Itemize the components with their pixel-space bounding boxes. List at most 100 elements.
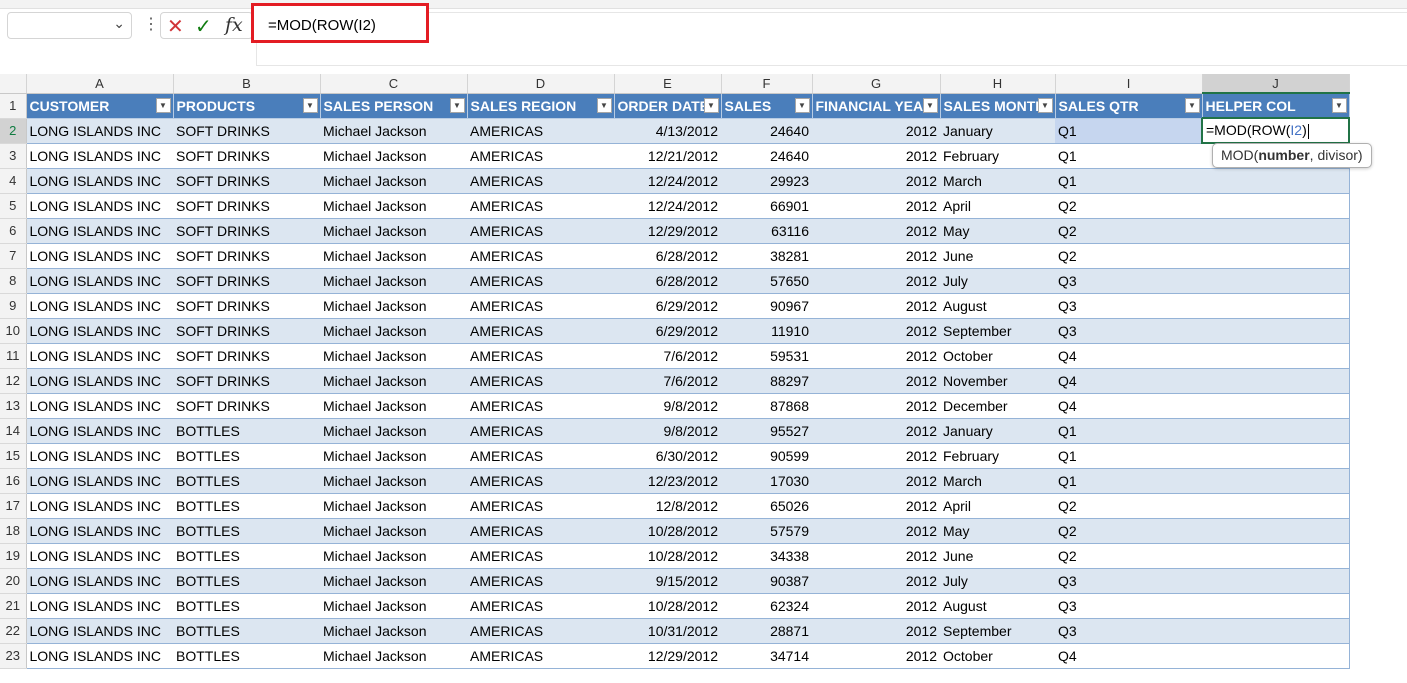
cell[interactable]: October bbox=[940, 343, 1055, 369]
cell[interactable]: LONG ISLANDS INC bbox=[26, 493, 173, 519]
table-header-cell[interactable]: SALES MONTH ▼ bbox=[940, 93, 1056, 119]
cell[interactable]: 2012 bbox=[812, 468, 940, 494]
row-header[interactable]: 17 bbox=[0, 493, 27, 519]
column-header-i[interactable]: I bbox=[1055, 74, 1203, 94]
table-header-cell[interactable]: SALES PERSON ▼ bbox=[320, 93, 468, 119]
cell[interactable]: 2012 bbox=[812, 368, 940, 394]
cell[interactable]: SOFT DRINKS bbox=[173, 393, 320, 419]
filter-dropdown-icon[interactable]: ▼ bbox=[703, 97, 719, 113]
cell[interactable]: SOFT DRINKS bbox=[173, 293, 320, 319]
cell[interactable]: Q1 bbox=[1055, 143, 1202, 169]
active-cell-j2[interactable]: =MOD(ROW(I2) bbox=[1201, 117, 1350, 144]
cell[interactable]: AMERICAS bbox=[467, 393, 614, 419]
row-header[interactable]: 8 bbox=[0, 268, 27, 294]
cell[interactable]: 2012 bbox=[812, 493, 940, 519]
cancel-icon[interactable]: ✕ bbox=[167, 14, 184, 39]
cell[interactable]: December bbox=[940, 393, 1055, 419]
cell[interactable]: Michael Jackson bbox=[320, 343, 467, 369]
column-header-d[interactable]: D bbox=[467, 74, 615, 94]
cell[interactable]: Michael Jackson bbox=[320, 293, 467, 319]
row-header[interactable]: 21 bbox=[0, 593, 27, 619]
cell[interactable]: SOFT DRINKS bbox=[173, 243, 320, 269]
row-header[interactable]: 11 bbox=[0, 343, 27, 369]
cell[interactable]: AMERICAS bbox=[467, 293, 614, 319]
column-header-g[interactable]: G bbox=[812, 74, 941, 94]
filter-dropdown-icon[interactable]: ▼ bbox=[1331, 98, 1347, 113]
formula-input[interactable]: =MOD(ROW(I2) bbox=[268, 17, 376, 34]
cell[interactable]: LONG ISLANDS INC bbox=[26, 568, 173, 594]
row-header[interactable]: 16 bbox=[0, 468, 27, 494]
cell[interactable]: 65026 bbox=[721, 493, 812, 519]
cell[interactable]: Michael Jackson bbox=[320, 243, 467, 269]
cell[interactable] bbox=[1202, 593, 1350, 619]
cell[interactable]: 6/28/2012 bbox=[614, 243, 721, 269]
cell[interactable]: SOFT DRINKS bbox=[173, 343, 320, 369]
cell[interactable]: 2012 bbox=[812, 568, 940, 594]
cell[interactable]: February bbox=[940, 143, 1055, 169]
cell[interactable]: Q3 bbox=[1055, 268, 1202, 294]
cell[interactable]: 2012 bbox=[812, 193, 940, 219]
cell[interactable] bbox=[1202, 443, 1350, 469]
cell[interactable]: 6/28/2012 bbox=[614, 268, 721, 294]
cell[interactable]: AMERICAS bbox=[467, 468, 614, 494]
cell[interactable]: LONG ISLANDS INC bbox=[26, 593, 173, 619]
column-header-a[interactable]: A bbox=[26, 74, 174, 94]
cell[interactable] bbox=[1202, 518, 1350, 544]
cell[interactable]: Michael Jackson bbox=[320, 268, 467, 294]
cell[interactable]: January bbox=[940, 118, 1055, 144]
cell[interactable]: 2012 bbox=[812, 243, 940, 269]
cell[interactable]: 2012 bbox=[812, 518, 940, 544]
cell[interactable]: AMERICAS bbox=[467, 543, 614, 569]
cell[interactable]: LONG ISLANDS INC bbox=[26, 343, 173, 369]
cell[interactable]: 6/29/2012 bbox=[614, 318, 721, 344]
cell[interactable]: AMERICAS bbox=[467, 593, 614, 619]
cell[interactable]: LONG ISLANDS INC bbox=[26, 643, 173, 669]
cell[interactable]: 34338 bbox=[721, 543, 812, 569]
cell[interactable]: Q2 bbox=[1055, 543, 1202, 569]
cell[interactable] bbox=[1202, 568, 1350, 594]
cell[interactable]: 2012 bbox=[812, 293, 940, 319]
cell[interactable]: 90599 bbox=[721, 443, 812, 469]
filter-dropdown-icon[interactable]: ▼ bbox=[302, 97, 318, 113]
cell[interactable]: October bbox=[940, 643, 1055, 669]
cell[interactable]: Q1 bbox=[1055, 168, 1202, 194]
table-header-cell[interactable]: SALES QTR ▼ bbox=[1055, 93, 1203, 119]
cell[interactable]: 2012 bbox=[812, 418, 940, 444]
cell[interactable]: 2012 bbox=[812, 318, 940, 344]
cell[interactable]: 7/6/2012 bbox=[614, 368, 721, 394]
cell[interactable] bbox=[1202, 493, 1350, 519]
cell[interactable]: AMERICAS bbox=[467, 218, 614, 244]
cell[interactable]: 9/15/2012 bbox=[614, 568, 721, 594]
cell[interactable]: LONG ISLANDS INC bbox=[26, 393, 173, 419]
table-header-cell[interactable]: ORDER DATE ▼ bbox=[614, 93, 722, 119]
cell[interactable]: 59531 bbox=[721, 343, 812, 369]
cell[interactable]: Michael Jackson bbox=[320, 118, 467, 144]
cell[interactable]: 2012 bbox=[812, 268, 940, 294]
cell[interactable]: Q2 bbox=[1055, 193, 1202, 219]
row-header-1[interactable]: 1 bbox=[0, 93, 27, 119]
cell[interactable]: SOFT DRINKS bbox=[173, 318, 320, 344]
cell[interactable]: June bbox=[940, 543, 1055, 569]
cell[interactable]: 4/13/2012 bbox=[614, 118, 721, 144]
cell[interactable]: 2012 bbox=[812, 393, 940, 419]
cell[interactable]: Michael Jackson bbox=[320, 393, 467, 419]
cell[interactable]: AMERICAS bbox=[467, 318, 614, 344]
row-header[interactable]: 12 bbox=[0, 368, 27, 394]
cell[interactable]: Michael Jackson bbox=[320, 193, 467, 219]
row-header[interactable]: 3 bbox=[0, 143, 27, 169]
cell[interactable] bbox=[1202, 218, 1350, 244]
cell[interactable]: 2012 bbox=[812, 618, 940, 644]
cell[interactable]: 7/6/2012 bbox=[614, 343, 721, 369]
cell[interactable]: LONG ISLANDS INC bbox=[26, 168, 173, 194]
enter-icon[interactable]: ✓ bbox=[195, 14, 212, 39]
cell[interactable]: 12/29/2012 bbox=[614, 218, 721, 244]
cell[interactable]: Q4 bbox=[1055, 343, 1202, 369]
cell[interactable]: LONG ISLANDS INC bbox=[26, 468, 173, 494]
cell[interactable]: 95527 bbox=[721, 418, 812, 444]
cell[interactable]: AMERICAS bbox=[467, 418, 614, 444]
row-header[interactable]: 14 bbox=[0, 418, 27, 444]
table-header-cell[interactable]: CUSTOMER ▼ bbox=[26, 93, 174, 119]
cell[interactable]: AMERICAS bbox=[467, 268, 614, 294]
cell[interactable]: BOTTLES bbox=[173, 618, 320, 644]
cell[interactable] bbox=[1202, 418, 1350, 444]
